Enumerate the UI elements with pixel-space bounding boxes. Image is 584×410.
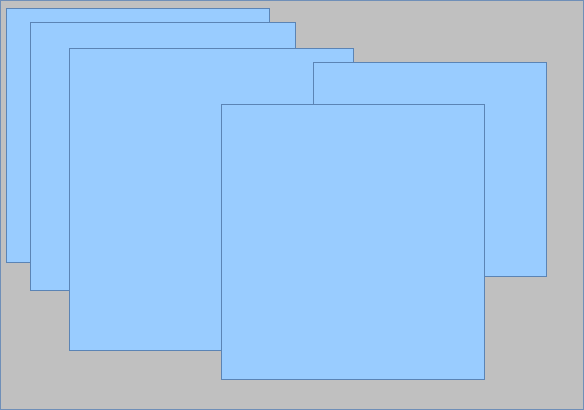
- workspace-canvas: [0, 0, 584, 410]
- window-panel-5[interactable]: [221, 104, 485, 380]
